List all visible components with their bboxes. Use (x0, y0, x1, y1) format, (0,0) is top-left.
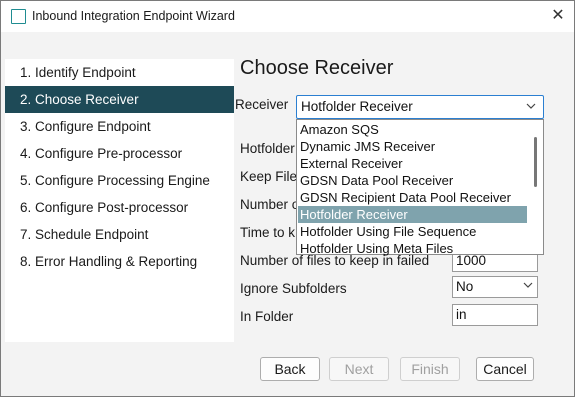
step-configure-preprocessor[interactable]: 4. Configure Pre-processor (5, 140, 234, 167)
chevron-down-icon[interactable] (523, 96, 539, 118)
wizard-window: Inbound Integration Endpoint Wizard ✕ 1.… (0, 0, 575, 397)
option-hotfolder-receiver[interactable]: Hotfolder Receiver (298, 206, 527, 223)
cancel-button[interactable]: Cancel (476, 357, 534, 381)
back-button[interactable]: Back (260, 357, 320, 381)
step-configure-endpoint[interactable]: 3. Configure Endpoint (5, 113, 234, 140)
title-bar: Inbound Integration Endpoint Wizard ✕ (1, 1, 574, 32)
chevron-down-icon (523, 277, 533, 297)
dropdown-scrollbar[interactable] (532, 123, 540, 251)
option-amazon-sqs[interactable]: Amazon SQS (298, 121, 527, 138)
time-to-keep-label: Time to k (240, 225, 296, 240)
hotfolder-label: Hotfolder (240, 141, 295, 156)
step-schedule-endpoint[interactable]: 7. Schedule Endpoint (5, 221, 234, 248)
option-gdsn-recipient-data-pool-receiver[interactable]: GDSN Recipient Data Pool Receiver (298, 189, 527, 206)
option-hotfolder-file-sequence[interactable]: Hotfolder Using File Sequence (298, 223, 527, 240)
next-button[interactable]: Next (329, 357, 389, 381)
option-hotfolder-meta-files[interactable]: Hotfolder Using Meta Files (298, 240, 527, 257)
step-identify-endpoint[interactable]: 1. Identify Endpoint (5, 59, 234, 86)
window-title: Inbound Integration Endpoint Wizard (32, 9, 235, 23)
step-configure-postprocessor[interactable]: 6. Configure Post-processor (5, 194, 234, 221)
option-dynamic-jms-receiver[interactable]: Dynamic JMS Receiver (298, 138, 527, 155)
receiver-selected-value: Hotfolder Receiver (301, 99, 413, 114)
app-icon (11, 9, 26, 24)
in-folder-label: In Folder (240, 309, 294, 324)
step-choose-receiver[interactable]: 2. Choose Receiver (5, 86, 234, 113)
keep-file-label: Keep File (240, 169, 298, 184)
number-label: Number o (240, 197, 300, 212)
receiver-dropdown-list: Amazon SQS Dynamic JMS Receiver External… (296, 119, 544, 257)
finish-button[interactable]: Finish (400, 357, 460, 381)
page-title: Choose Receiver (240, 57, 394, 79)
ignore-subfolders-value: No (456, 279, 474, 294)
receiver-combobox[interactable]: Hotfolder Receiver (296, 95, 544, 119)
wizard-steps-panel: 1. Identify Endpoint 2. Choose Receiver … (5, 59, 234, 342)
ignore-subfolders-select[interactable]: No (452, 276, 538, 298)
receiver-label: Receiver (235, 97, 289, 112)
option-gdsn-data-pool-receiver[interactable]: GDSN Data Pool Receiver (298, 172, 527, 189)
option-external-receiver[interactable]: External Receiver (298, 155, 527, 172)
close-icon[interactable]: ✕ (546, 5, 570, 27)
step-error-handling[interactable]: 8. Error Handling & Reporting (5, 248, 234, 275)
ignore-subfolders-label: Ignore Subfolders (240, 281, 347, 296)
step-configure-processing-engine[interactable]: 5. Configure Processing Engine (5, 167, 234, 194)
scrollbar-thumb[interactable] (534, 137, 537, 187)
in-folder-input[interactable]: in (452, 304, 538, 326)
